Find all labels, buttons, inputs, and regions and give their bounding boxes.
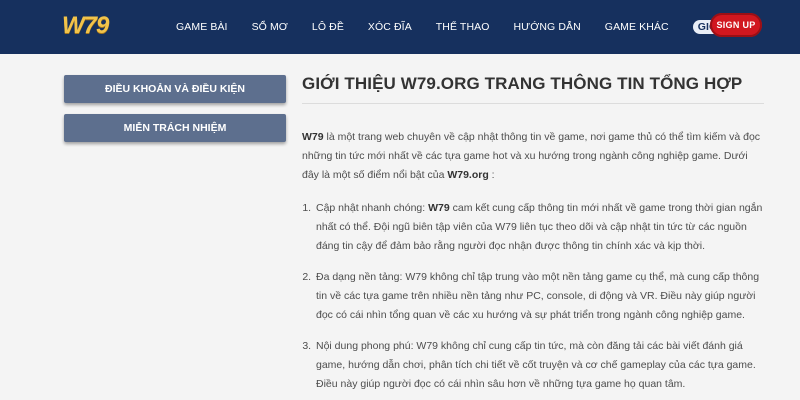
list-item: Nội dung phong phú: W79 không chỉ cung c… xyxy=(314,337,764,394)
list-item-lead: Đa dạng nền tảng: xyxy=(316,271,406,283)
list-item: Cập nhật nhanh chóng: W79 cam kết cung c… xyxy=(314,199,764,256)
list-item: Đa dạng nền tảng: W79 không chỉ tập trun… xyxy=(314,268,764,325)
intro-site: W79.org xyxy=(447,169,489,181)
w79-logo[interactable]: W79 xyxy=(62,12,109,40)
nav-item-so-mo[interactable]: Sổ Mơ xyxy=(252,21,288,33)
nav-item-game-bai[interactable]: Game Bài xyxy=(176,21,228,33)
sidebar-item-terms[interactable]: Điều khoản và điều kiện xyxy=(64,75,286,103)
list-item-brand: W79 xyxy=(428,202,450,214)
nav-item-xoc-dia[interactable]: Xóc Đĩa xyxy=(368,21,412,33)
nav-item-the-thao[interactable]: Thể Thao xyxy=(436,21,490,33)
main-nav: Game Bài Sổ Mơ Lô Đề Xóc Đĩa Thể Thao Hư… xyxy=(176,0,785,54)
intro-paragraph: W79 là một trang web chuyên về cập nhật … xyxy=(302,128,764,185)
top-navigation-bar: W79 Game Bài Sổ Mơ Lô Đề Xóc Đĩa Thể Tha… xyxy=(0,0,800,54)
list-item-lead: Nội dung phong phú: xyxy=(316,340,417,352)
article-content: Giới thiệu W79.org trang thông tin tổng … xyxy=(302,74,764,400)
sidebar-item-disclaimer[interactable]: Miễn trách nhiệm xyxy=(64,114,286,142)
list-item-lead: Cập nhật nhanh chóng: xyxy=(316,202,429,214)
intro-text: là một trang web chuyên về cập nhật thôn… xyxy=(302,131,761,181)
nav-item-game-khac[interactable]: Game Khác xyxy=(605,21,669,33)
feature-list: Cập nhật nhanh chóng: W79 cam kết cung c… xyxy=(302,199,764,394)
intro-brand: W79 xyxy=(302,131,324,143)
page-title: Giới thiệu W79.org trang thông tin tổng … xyxy=(302,74,764,104)
sign-up-button[interactable]: SIGN UP xyxy=(710,13,762,37)
nav-item-lo-de[interactable]: Lô Đề xyxy=(312,21,344,33)
intro-end: : xyxy=(488,169,495,181)
nav-item-huong-dan[interactable]: Hướng Dẫn xyxy=(514,21,581,33)
